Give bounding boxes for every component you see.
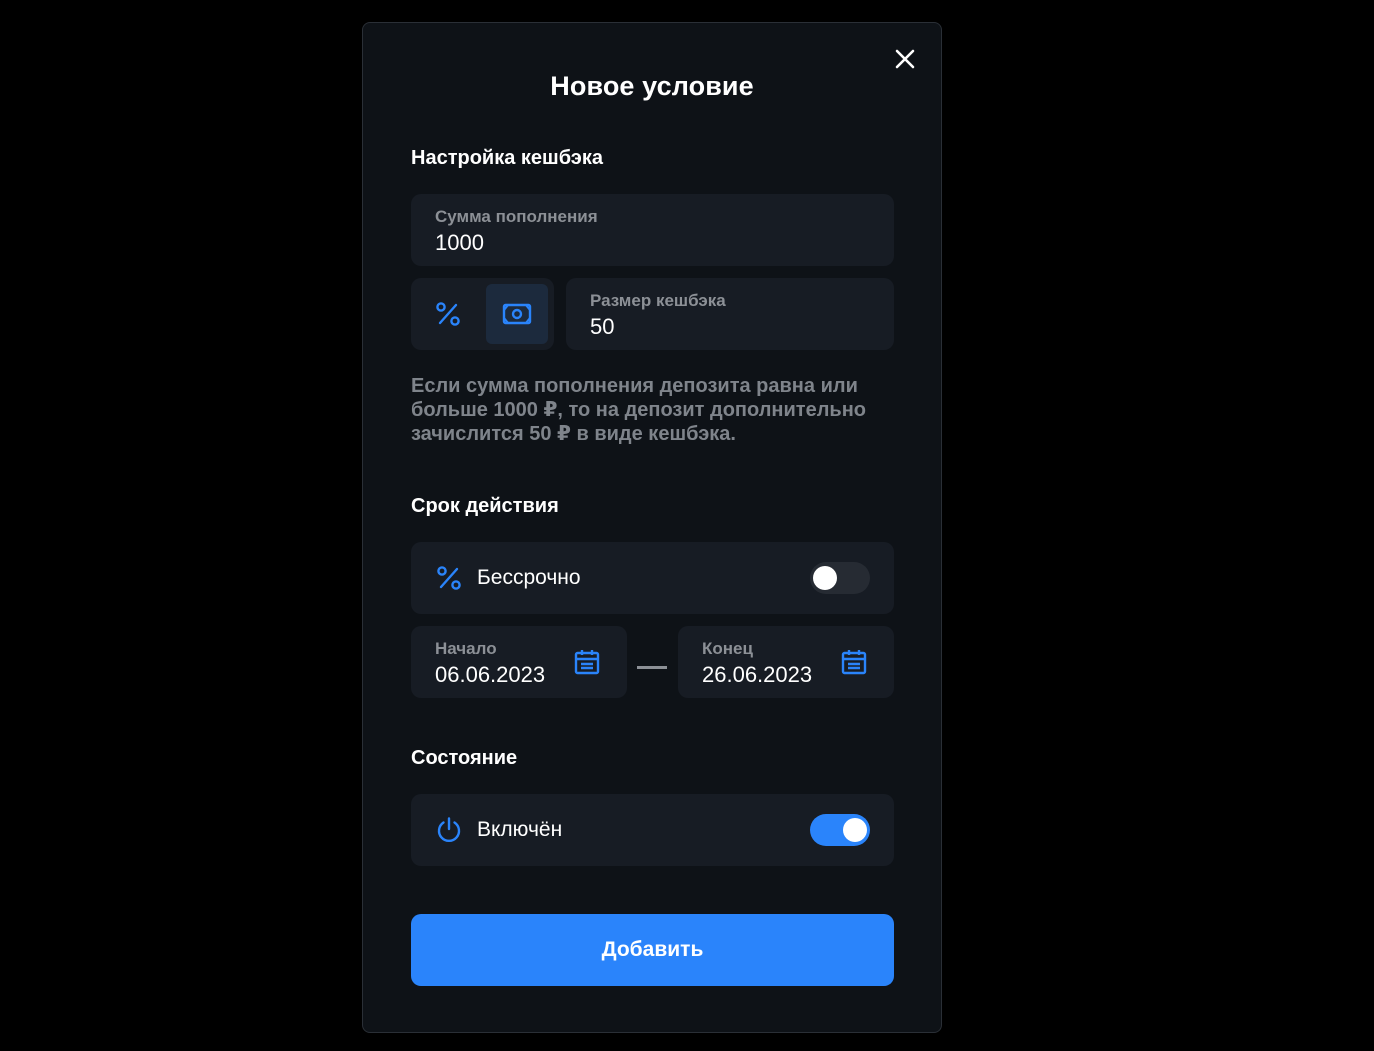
start-date-label: Начало	[435, 639, 497, 658]
cashback-hint-text: Если сумма пополнения депозита равна или…	[411, 375, 867, 445]
toggle-knob	[843, 818, 867, 842]
unlimited-label: Бессрочно	[477, 566, 581, 589]
close-icon	[895, 49, 915, 69]
deposit-amount-value[interactable]: 1000	[435, 230, 484, 256]
banknote-icon	[502, 303, 532, 325]
power-icon	[437, 817, 461, 843]
cashback-type-percent-button[interactable]	[417, 284, 479, 344]
end-date-label: Конец	[702, 639, 753, 658]
calendar-icon[interactable]	[840, 648, 868, 676]
close-button[interactable]	[893, 47, 917, 71]
modal-title: Новое условие	[550, 71, 754, 101]
cashback-section-title: Настройка кешбэка	[411, 147, 603, 169]
cashback-size-field[interactable]: Размер кешбэка 50	[566, 278, 894, 350]
toggle-knob	[813, 566, 837, 590]
cashback-size-label: Размер кешбэка	[590, 291, 726, 310]
validity-section-title: Срок действия	[411, 495, 559, 517]
cashback-size-value[interactable]: 50	[590, 314, 614, 340]
enabled-toggle[interactable]	[810, 814, 870, 846]
percent-icon	[436, 302, 460, 326]
calendar-icon[interactable]	[573, 648, 601, 676]
new-condition-modal: Новое условие Настройка кешбэка Сумма по…	[362, 22, 942, 1033]
end-date-field[interactable]: Конец 26.06.2023	[678, 626, 894, 698]
unlimited-row: Бессрочно	[411, 542, 894, 614]
deposit-amount-label: Сумма пополнения	[435, 207, 598, 226]
date-range-separator	[637, 666, 667, 669]
start-date-value[interactable]: 06.06.2023	[435, 662, 545, 688]
start-date-field[interactable]: Начало 06.06.2023	[411, 626, 627, 698]
state-section-title: Состояние	[411, 747, 518, 769]
end-date-value[interactable]: 26.06.2023	[702, 662, 812, 688]
unlimited-toggle[interactable]	[810, 562, 870, 594]
percent-icon	[437, 566, 461, 590]
cashback-type-toggle	[411, 278, 554, 350]
deposit-amount-field[interactable]: Сумма пополнения 1000	[411, 194, 894, 266]
enabled-row: Включён	[411, 794, 894, 866]
cashback-type-fixed-button[interactable]	[486, 284, 548, 344]
enabled-label: Включён	[477, 818, 563, 841]
add-button[interactable]: Добавить	[411, 914, 894, 986]
